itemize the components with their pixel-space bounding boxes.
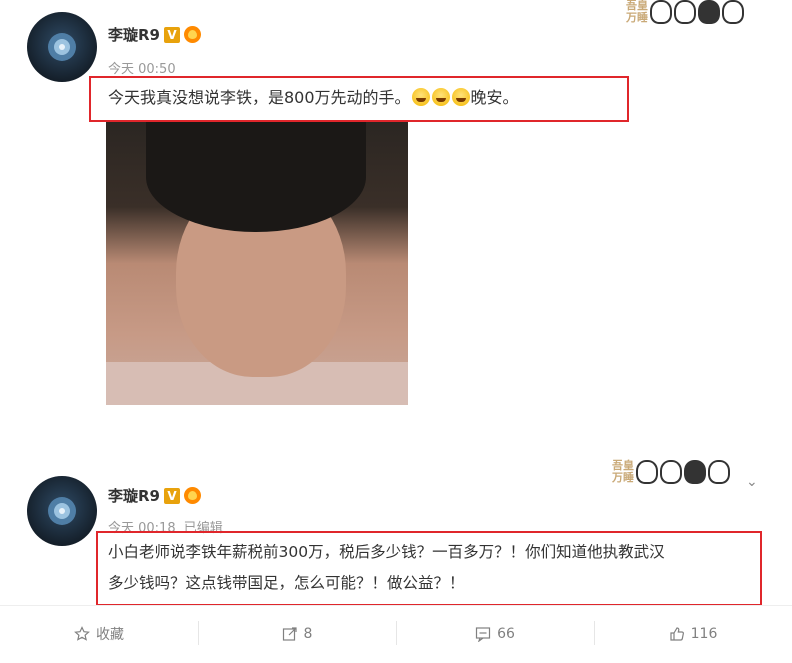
post-image[interactable] (106, 122, 408, 405)
dog-sticker-icon (674, 0, 696, 24)
dog-sticker-icon (722, 0, 744, 24)
vip-badge-icon (184, 26, 201, 43)
verified-badge-icon: V (164, 26, 180, 43)
post-time[interactable]: 今天 00:50 (108, 58, 176, 77)
dog-sticker-icon (636, 460, 658, 484)
favorite-button[interactable]: 收藏 (0, 606, 198, 661)
dog-sticker-icon (650, 0, 672, 24)
post-author: 李璇R9 V (108, 24, 201, 45)
cat-sticker-icon (684, 460, 706, 484)
repost-button[interactable]: 8 (198, 606, 396, 661)
repost-icon (282, 626, 297, 641)
avatar[interactable] (27, 12, 97, 82)
chevron-down-icon[interactable]: ⌄ (746, 474, 758, 490)
username-link[interactable]: 李璇R9 (108, 485, 160, 506)
star-icon (74, 625, 90, 641)
comment-count: 66 (497, 625, 515, 642)
avatar-emblem-icon (48, 33, 76, 61)
vip-badge-icon (184, 487, 201, 504)
post-text-line-1: 小白老师说李铁年薪税前300万，税后多少钱？一百多万？！你们知道他执教武汉 (108, 543, 665, 561)
laughing-face-icon (411, 88, 430, 106)
dog-sticker-icon (708, 460, 730, 484)
post-author: 李璇R9 V (108, 485, 201, 506)
sticker-text-2: 万睡 (612, 471, 634, 484)
dog-sticker-icon (660, 460, 682, 484)
comment-button[interactable]: 66 (396, 606, 594, 661)
sticker-decoration: 吾皇 万睡 (612, 460, 730, 484)
sticker-text-2: 万睡 (626, 11, 648, 24)
verified-badge-icon: V (164, 487, 180, 504)
action-bar: 收藏 8 66 116 (0, 605, 792, 661)
favorite-label: 收藏 (96, 626, 124, 643)
comment-icon (475, 626, 491, 642)
repost-count: 8 (303, 625, 313, 642)
avatar[interactable] (27, 476, 97, 546)
laughing-face-icon (451, 88, 470, 106)
post-text: 今天我真没想说李铁，是800万先动的手。 晚安。 (108, 84, 519, 112)
post-text: 小白老师说李铁年薪税前300万，税后多少钱？一百多万？！你们知道他执教武汉 多少… (108, 537, 665, 599)
username-link[interactable]: 李璇R9 (108, 24, 160, 45)
post-text-end: 晚安。 (470, 88, 519, 107)
like-button[interactable]: 116 (594, 606, 792, 661)
thumbs-up-icon (670, 626, 684, 641)
post-text-main: 今天我真没想说李铁，是800万先动的手。 (108, 88, 411, 107)
like-count: 116 (690, 625, 718, 642)
avatar-emblem-icon (48, 497, 76, 525)
sticker-decoration: 吾皇 万睡 (626, 0, 744, 24)
cat-sticker-icon (698, 0, 720, 24)
post-text-line-2: 多少钱吗？这点钱带国足，怎么可能？！做公益？！ (108, 574, 465, 592)
laughing-face-icon (431, 88, 450, 106)
